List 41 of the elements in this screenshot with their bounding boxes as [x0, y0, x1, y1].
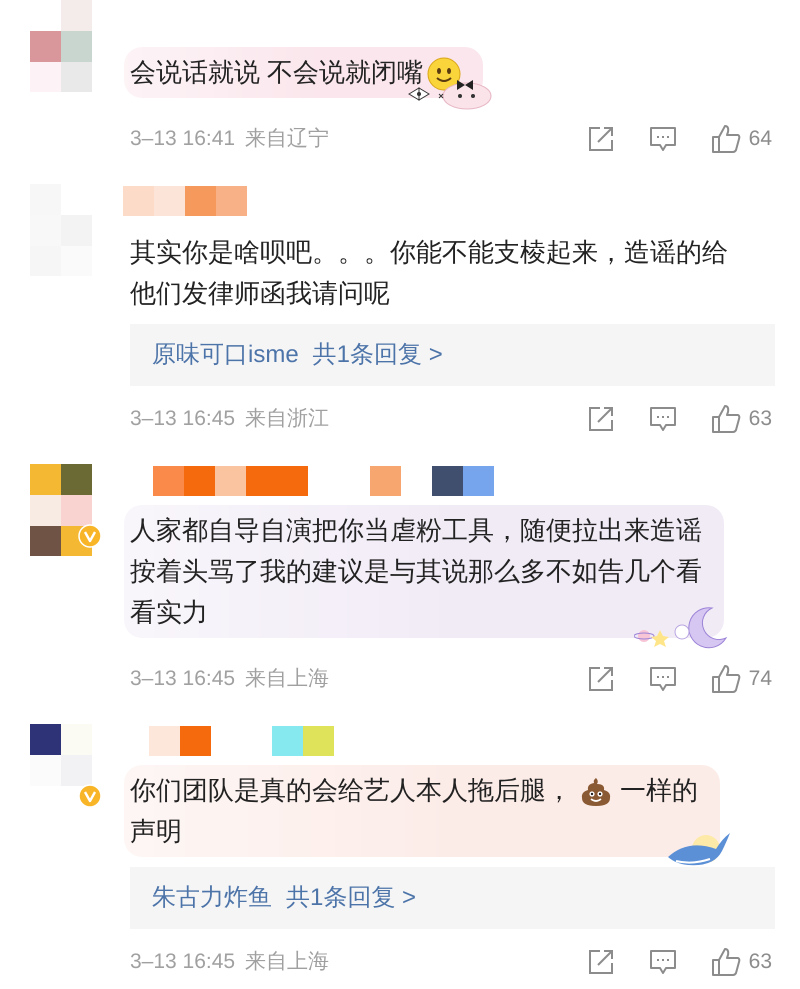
comment-location: 来自上海: [245, 949, 330, 976]
comment-text: 其实你是啥呗吧。。。你能不能支棱起来，造谣的给: [130, 237, 728, 267]
comment-text: 你们团队是真的会给艺人本人拖后腿，: [130, 775, 572, 805]
comment-text: 按着头骂了我的建议是与其说那么多不如告几个看: [130, 556, 702, 586]
thumbs-up-icon[interactable]: [710, 664, 741, 694]
comment-text: 声明: [130, 816, 182, 846]
comment-text: 会说话就说 不会说就闭嘴: [130, 57, 424, 87]
reply-count-link[interactable]: 共1条回复 >: [286, 880, 416, 916]
like-count: 63: [748, 949, 772, 976]
reply-count-link[interactable]: 共1条回复 >: [312, 337, 443, 373]
comment-location: 来自上海: [245, 666, 330, 692]
comment-time: 3–13 16:45: [130, 666, 236, 692]
comment-location: 来自辽宁: [245, 126, 330, 152]
reply-author-link[interactable]: 原味可口isme: [152, 337, 299, 373]
thumbs-up-icon[interactable]: [710, 404, 741, 434]
comment-icon[interactable]: [648, 948, 677, 976]
comment-text: 看实力: [130, 597, 208, 627]
like-count: 74: [748, 666, 772, 692]
share-icon[interactable]: [586, 948, 615, 976]
comment-text: 一样的: [620, 775, 698, 805]
reply-author-link[interactable]: 朱古力炸鱼: [152, 880, 272, 916]
comment-time: 3–13 16:45: [130, 406, 236, 432]
like-count: 63: [748, 406, 772, 432]
reply-preview-box[interactable]: 朱古力炸鱼 共1条回复 >: [130, 867, 775, 929]
comment-icon[interactable]: [648, 125, 677, 153]
thumbs-up-icon[interactable]: [710, 124, 741, 154]
reply-preview-box[interactable]: 原味可口isme 共1条回复 >: [130, 324, 775, 386]
comment-text: 他们发律师函我请问呢: [130, 278, 390, 308]
comment-time: 3–13 16:41: [130, 126, 236, 152]
thumbs-up-icon[interactable]: [710, 947, 741, 977]
share-icon[interactable]: [586, 665, 615, 693]
comment-time: 3–13 16:45: [130, 949, 236, 976]
like-count: 64: [748, 126, 772, 152]
share-icon[interactable]: [586, 125, 615, 153]
comment-icon[interactable]: [648, 665, 677, 693]
comment-text: 人家都自导自演把你当虐粉工具，随便拉出来造谣: [130, 515, 702, 545]
comment-icon[interactable]: [648, 405, 677, 433]
poop-emoji-icon: [580, 777, 612, 808]
smiley-emoji-icon: [427, 57, 462, 92]
comment-location: 来自浙江: [245, 406, 330, 432]
share-icon[interactable]: [586, 405, 615, 433]
